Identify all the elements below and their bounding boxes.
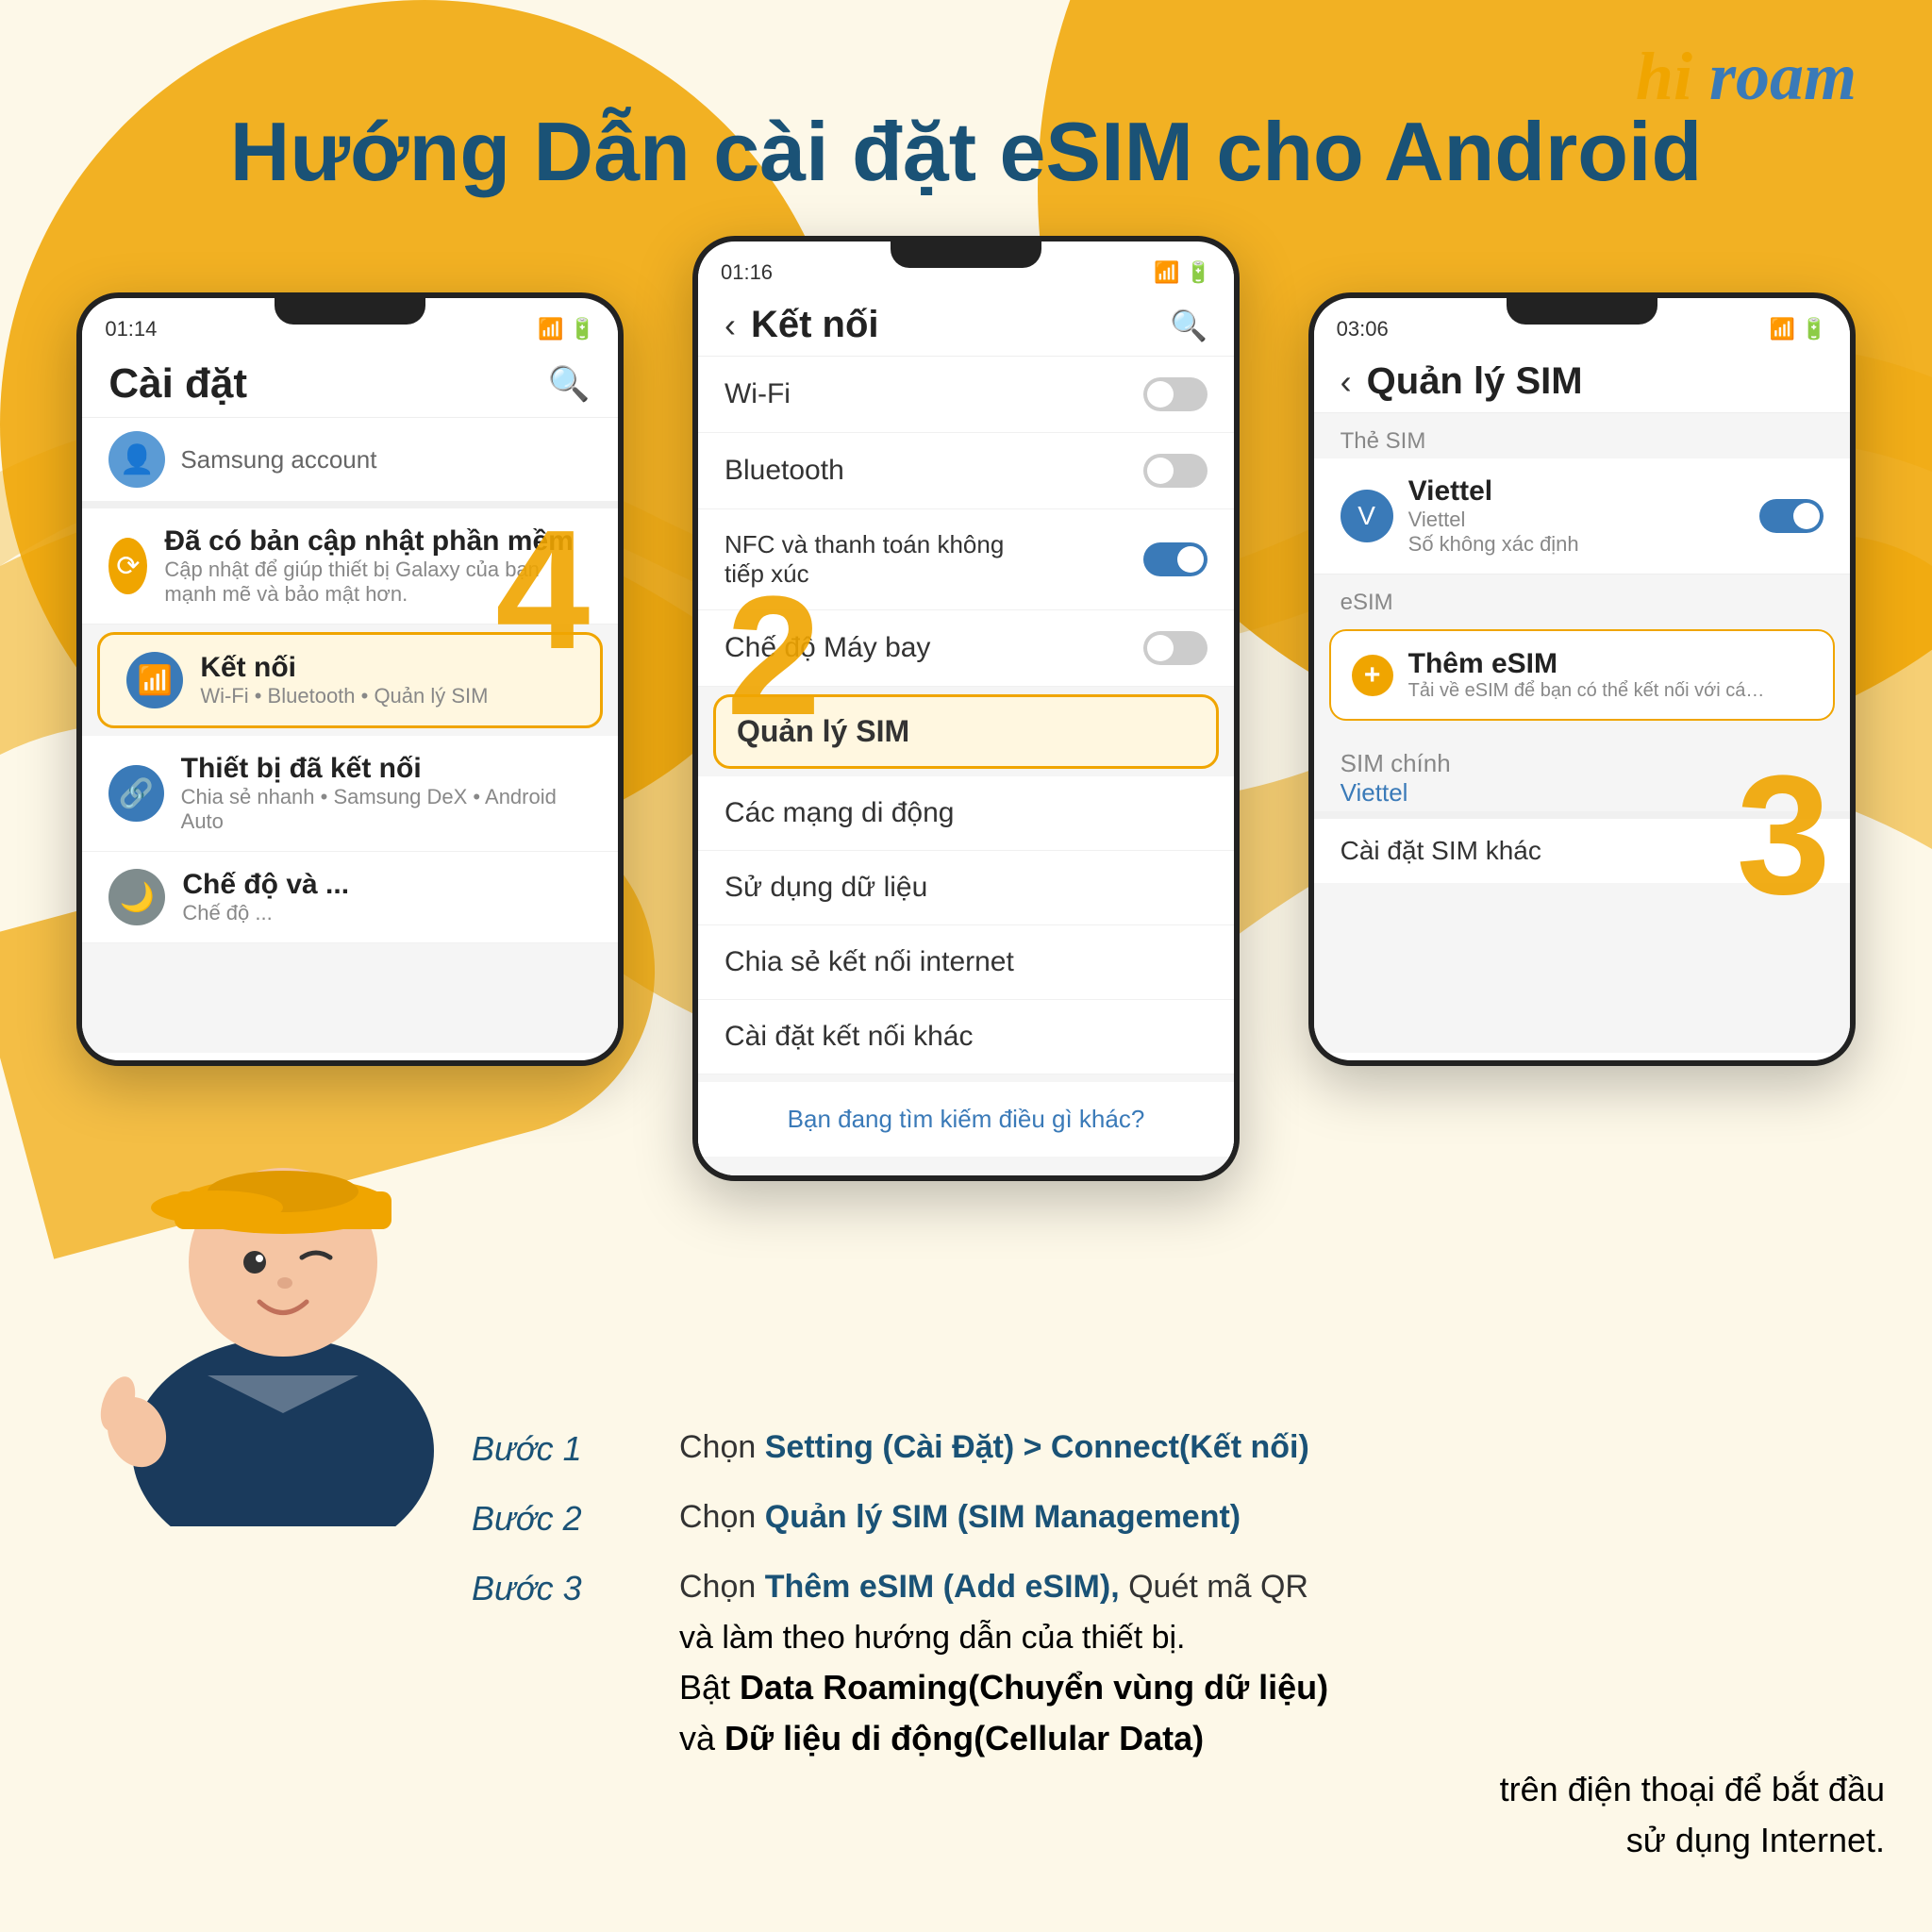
phone1-settings-header: Cài đặt 🔍	[82, 345, 618, 418]
phone2-header: ‹ Kết nối 🔍	[698, 289, 1234, 357]
step-number-4: 4	[495, 506, 590, 675]
phone2-bluetooth-item[interactable]: Bluetooth	[698, 433, 1234, 509]
buoc3-line2: và làm theo hướng dẫn của thiết bị.	[472, 1614, 1186, 1662]
phone3-notch	[1507, 298, 1657, 325]
phone2-notch	[891, 242, 1041, 268]
phone1-connect-text: Kết nối Wi-Fi • Bluetooth • Quản lý SIM	[200, 652, 488, 708]
buoc1-content: Chọn Setting (Cài Đặt) > Connect(Kết nối…	[679, 1424, 1885, 1472]
phones-container: 01:14 📶 🔋 Cài đặt 🔍 👤 Samsung account ⟳ …	[57, 236, 1875, 1181]
phone2-wifi-item[interactable]: Wi-Fi	[698, 357, 1234, 433]
phone2-back-arrow[interactable]: ‹	[724, 306, 736, 345]
character-illustration	[57, 1055, 509, 1526]
phone2-nfc-toggle[interactable]	[1143, 542, 1208, 576]
phone1-screen: Cài đặt 🔍 👤 Samsung account ⟳ Đã có bản …	[82, 345, 618, 1053]
phone2-footer[interactable]: Bạn đang tìm kiếm điều gì khác?	[698, 1082, 1234, 1157]
phone3-sim-avatar: V	[1341, 490, 1393, 542]
step-number-2: 2	[726, 572, 821, 741]
logo-hi: hi	[1636, 39, 1692, 114]
phone1-item-mode[interactable]: 🌙 Chế độ và ... Chế độ ...	[82, 852, 618, 943]
phone3-esim-text: Thêm eSIM Tải về eSIM để bạn có thể kết …	[1408, 648, 1767, 702]
phone2-time: 01:16	[721, 260, 773, 285]
instructions-section: Bước 1 Chọn Setting (Cài Đặt) > Connect(…	[472, 1424, 1885, 1885]
phone3-header: ‹ Quản lý SIM	[1314, 345, 1850, 413]
buoc2-label: Bước 2	[472, 1493, 679, 1544]
phone1-devices-text: Thiết bị đã kết nối Chia sẻ nhanh • Sams…	[181, 753, 592, 834]
buoc2-content: Chọn Quản lý SIM (SIM Management)	[679, 1493, 1885, 1541]
phone1-connect-icon: 📶	[126, 652, 183, 708]
phone3-esim-section-label: eSIM	[1314, 575, 1850, 620]
phone1-mode-text: Chế độ và ... Chế độ ...	[182, 869, 349, 925]
buoc1-label: Bước 1	[472, 1424, 679, 1474]
buoc3-row: Bước 3 Chọn Thêm eSIM (Add eSIM), Quét m…	[472, 1563, 1885, 1866]
phone2-icons: 📶 🔋	[1154, 260, 1211, 285]
buoc3-line5: trên điện thoại để bắt đầu	[472, 1764, 1885, 1815]
buoc2-bold: Quản lý SIM (SIM Management)	[765, 1499, 1241, 1535]
phone1-avatar: 👤	[108, 431, 165, 488]
phone1-time: 01:14	[105, 317, 157, 341]
phone3-sim-toggle[interactable]	[1759, 499, 1824, 533]
phone1-screen-title: Cài đặt	[108, 360, 247, 408]
buoc1-row: Bước 1 Chọn Setting (Cài Đặt) > Connect(…	[472, 1424, 1885, 1474]
phone3-viettel-sim[interactable]: V Viettel Viettel Số không xác định	[1314, 458, 1850, 575]
phone1-devices-icon: 🔗	[108, 765, 163, 822]
buoc3-line4: và Dữ liệu di động(Cellular Data)	[472, 1713, 1204, 1764]
phone-2-connections: 01:16 📶 🔋 ‹ Kết nối 🔍 Wi-Fi Bluetooth NF…	[692, 236, 1240, 1181]
buoc3-line3: Bật Data Roaming(Chuyển vùng dữ liệu)	[472, 1662, 1328, 1713]
buoc3-label: Bước 3	[472, 1563, 679, 1614]
buoc1-bold: Setting (Cài Đặt) > Connect(Kết nối)	[765, 1429, 1309, 1465]
step-number-3: 3	[1737, 751, 1831, 921]
phone1-search-icon[interactable]: 🔍	[546, 361, 591, 407]
phone1-icons: 📶 🔋	[538, 317, 595, 341]
main-title: Hướng Dẫn cài đặt eSIM cho Android	[0, 104, 1932, 200]
buoc2-row: Bước 2 Chọn Quản lý SIM (SIM Management)	[472, 1493, 1885, 1544]
phone3-add-esim-button[interactable]: + Thêm eSIM Tải về eSIM để bạn có thể kế…	[1329, 629, 1835, 721]
character-svg	[57, 1055, 509, 1526]
phone1-notch	[275, 298, 425, 325]
phone3-icons: 📶 🔋	[1770, 317, 1827, 341]
phone2-more-settings[interactable]: Cài đặt kết nối khác	[698, 1000, 1234, 1074]
logo-roam: roam	[1709, 39, 1857, 114]
phone2-wifi-toggle[interactable]	[1143, 377, 1208, 411]
phone3-plus-icon: +	[1352, 655, 1393, 696]
phone-1-settings: 01:14 📶 🔋 Cài đặt 🔍 👤 Samsung account ⟳ …	[76, 292, 624, 1066]
phone2-bluetooth-toggle[interactable]	[1143, 454, 1208, 488]
phone2-mobile-networks[interactable]: Các mạng di động	[698, 776, 1234, 851]
phone3-time: 03:06	[1337, 317, 1389, 341]
phone2-data-usage[interactable]: Sử dụng dữ liệu	[698, 851, 1234, 925]
buoc3-bold3: Data Roaming(Chuyển vùng dữ liệu)	[740, 1668, 1328, 1707]
phone2-hotspot[interactable]: Chia sẻ kết nối internet	[698, 925, 1234, 1000]
phone1-update-icon: ⟳	[108, 538, 147, 594]
buoc3-line6: sử dụng Internet.	[472, 1815, 1885, 1866]
buoc3-bold1: Thêm eSIM (Add eSIM),	[765, 1569, 1120, 1605]
phone1-mode-icon: 🌙	[108, 869, 165, 925]
phone-3-sim: 03:06 📶 🔋 ‹ Quản lý SIM Thẻ SIM V Viette…	[1308, 292, 1856, 1066]
phone2-airplane-toggle[interactable]	[1143, 631, 1208, 665]
phone3-screen: ‹ Quản lý SIM Thẻ SIM V Viettel Viettel …	[1314, 345, 1850, 1053]
phone1-item-devices[interactable]: 🔗 Thiết bị đã kết nối Chia sẻ nhanh • Sa…	[82, 736, 618, 852]
buoc3-content-line1: Chọn Thêm eSIM (Add eSIM), Quét mã QR	[679, 1563, 1308, 1611]
phone2-search-icon[interactable]: 🔍	[1170, 308, 1208, 343]
buoc3-bold4: Dữ liệu di động(Cellular Data)	[724, 1719, 1204, 1757]
phone3-the-sim-section: Thẻ SIM	[1314, 413, 1850, 458]
phone3-sim-info: Viettel Viettel Số không xác định	[1408, 475, 1744, 557]
phone3-back-arrow[interactable]: ‹	[1341, 362, 1352, 402]
